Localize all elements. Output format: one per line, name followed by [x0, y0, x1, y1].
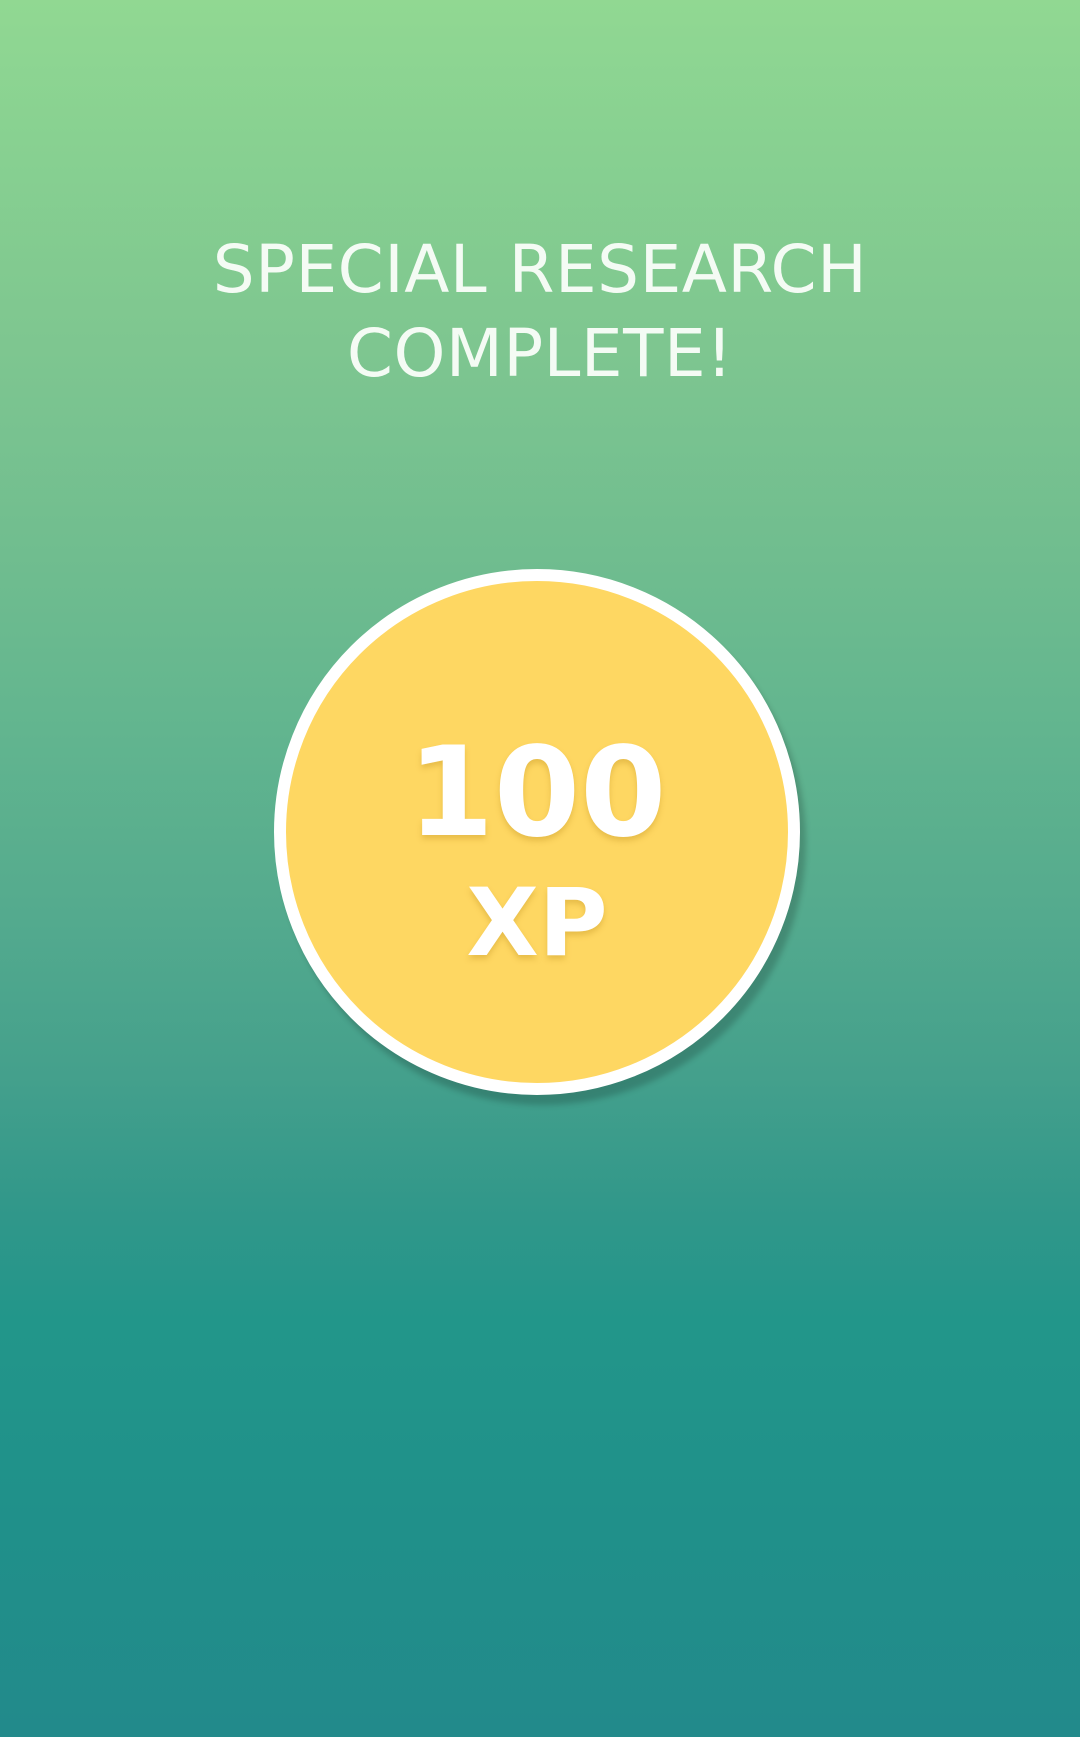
page-title: SPECIAL RESEARCH COMPLETE! [0, 228, 1080, 396]
title-line-2: COMPLETE! [346, 315, 734, 392]
xp-reward-badge[interactable]: 100 XP [274, 569, 800, 1095]
xp-amount: 100 [407, 721, 667, 865]
xp-unit-label: XP [466, 869, 608, 978]
title-line-1: SPECIAL RESEARCH [212, 231, 868, 308]
